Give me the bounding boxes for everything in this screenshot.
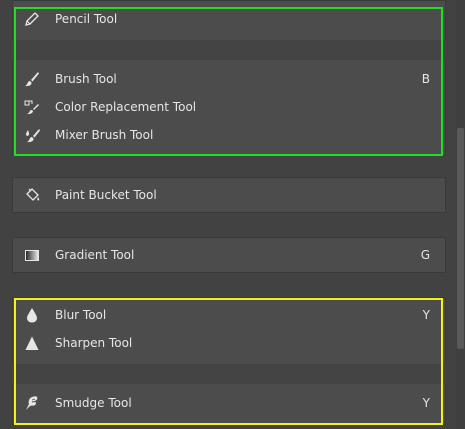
- color-replacement-icon: [24, 99, 40, 115]
- smudge-icon: [24, 395, 40, 411]
- gradient-icon: [24, 247, 40, 263]
- tool-shortcut: Y: [422, 396, 430, 410]
- tool-item-gradient[interactable]: Gradient Tool G: [12, 241, 446, 269]
- tool-item-paint-bucket[interactable]: Paint Bucket Tool: [12, 181, 446, 209]
- scrollbar-thumb[interactable]: [457, 128, 464, 349]
- tool-item-color-replacement[interactable]: Color Replacement Tool: [12, 93, 446, 121]
- sharpen-icon: [24, 335, 40, 351]
- tool-label: Paint Bucket Tool: [55, 188, 157, 202]
- tool-item-smudge[interactable]: Smudge Tool Y: [12, 389, 446, 417]
- tool-item-blur[interactable]: Blur Tool Y: [12, 301, 446, 329]
- tool-label: Gradient Tool: [55, 248, 135, 262]
- tool-item-brush[interactable]: Brush Tool B: [12, 65, 446, 93]
- tool-shortcut: B: [421, 72, 430, 86]
- blur-icon: [24, 307, 40, 323]
- group-separator: [12, 40, 446, 60]
- tool-label: Pencil Tool: [55, 12, 118, 26]
- pencil-icon: [24, 11, 40, 27]
- tool-item-mixer-brush[interactable]: Mixer Brush Tool: [12, 121, 446, 149]
- tool-item-sharpen[interactable]: Sharpen Tool: [12, 329, 446, 357]
- tool-label: Brush Tool: [55, 72, 117, 86]
- tool-label: Blur Tool: [55, 308, 107, 322]
- paint-bucket-icon: [24, 187, 40, 203]
- tool-label: Sharpen Tool: [55, 336, 133, 350]
- tool-shortcut: Y: [422, 308, 430, 322]
- tool-label: Mixer Brush Tool: [55, 128, 154, 142]
- mixer-brush-icon: [24, 127, 40, 143]
- tool-label: Color Replacement Tool: [55, 100, 197, 114]
- brush-icon: [24, 71, 40, 87]
- tool-item-pencil[interactable]: Pencil Tool: [12, 5, 446, 33]
- tool-shortcut: G: [420, 248, 430, 262]
- group-separator: [12, 364, 446, 384]
- tool-label: Smudge Tool: [55, 396, 132, 410]
